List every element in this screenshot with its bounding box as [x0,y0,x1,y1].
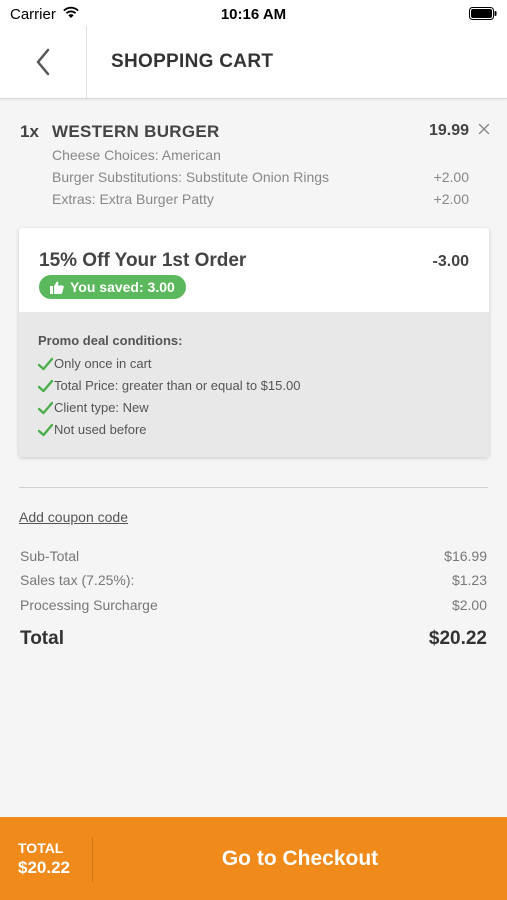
chevron-left-icon [36,48,50,76]
condition-row: Client type: New [38,400,149,415]
check-icon [38,379,53,392]
thumbs-up-icon [50,281,64,294]
checkout-label: Go to Checkout [221,847,379,870]
bar-total-value: $20.22 [18,858,70,877]
battery-icon [469,7,497,20]
item-name: WESTERN BURGER [52,122,220,141]
promo-card: 15% Off Your 1st Order -3.00 You saved: … [19,228,489,457]
condition-text: Client type: New [54,400,149,415]
close-icon [478,123,490,135]
condition-row: Total Price: greater than or equal to $1… [38,378,300,393]
status-bar: Carrier 10:16 AM [0,0,507,26]
tax-label: Sales tax (7.25%): [20,572,135,588]
tax-value: $1.23 [451,572,487,588]
item-price: 19.99 [428,122,469,139]
condition-text: Only once in cart [54,356,152,371]
add-coupon-link[interactable]: Add coupon code [19,509,128,525]
divider [19,487,488,488]
nav-bar: SHOPPING CART [0,26,507,99]
condition-text: Not used before [54,422,147,437]
subtotal-value: $16.99 [444,548,487,564]
saved-badge: You saved: 3.00 [39,275,186,299]
checkout-button[interactable]: TOTAL $20.22 Go to Checkout [0,817,507,900]
check-icon [38,401,53,414]
page-title: SHOPPING CART [111,51,274,72]
remove-item-button[interactable] [473,118,495,140]
bar-total-label: TOTAL [18,840,64,856]
check-icon [38,423,53,436]
surcharge-label: Processing Surcharge [20,597,158,613]
condition-text: Total Price: greater than or equal to $1… [54,378,301,393]
modifier-price: +2.00 [433,191,469,207]
promo-title: 15% Off Your 1st Order [39,250,247,271]
modifier-label: Burger Substitutions: Substitute Onion R… [52,169,330,185]
promo-conditions: Promo deal conditions: Only once in cart… [19,312,489,457]
subtotal-label: Sub-Total [20,548,80,564]
modifier-label: Extras: Extra Burger Patty [52,191,214,207]
item-quantity: 1x [20,122,39,141]
total-value: $20.22 [428,628,487,649]
saved-label: You saved: 3.00 [70,279,175,295]
modifier-label: Cheese Choices: American [52,147,221,163]
promo-discount: -3.00 [432,253,469,270]
surcharge-value: $2.00 [451,597,487,613]
check-icon [38,357,53,370]
conditions-heading: Promo deal conditions: [38,333,183,348]
condition-row: Only once in cart [38,356,152,371]
modifier-price: +2.00 [433,169,469,185]
clock: 10:16 AM [220,6,287,23]
total-label: Total [20,628,64,649]
nav-divider [86,26,87,98]
condition-row: Not used before [38,422,147,437]
back-button[interactable] [0,26,86,98]
